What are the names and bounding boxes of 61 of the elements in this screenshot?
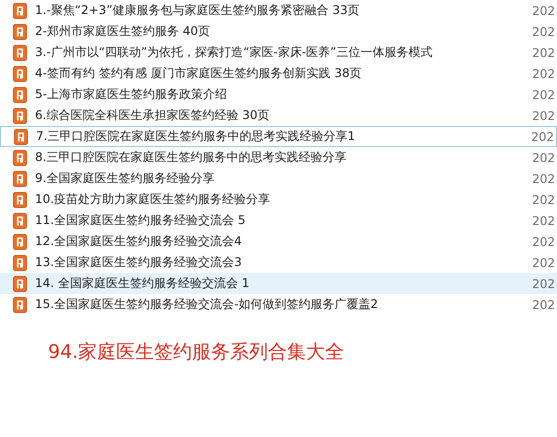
file-row[interactable]: 6.综合医院全科医生承担家医签约经验 30页 202 [0,105,557,126]
file-date: 202 [531,214,556,228]
caption: 94.家庭医生签约服务系列合集大全 [48,340,346,365]
file-name: 14. 全国家庭医生签约服务经验交流会 1 [35,275,250,292]
file-date: 202 [531,298,556,312]
file-name: 1.-聚焦“2+3”健康服务包与家庭医生签约服务紧密融合 33页 [35,2,361,19]
file-row[interactable]: 12.全国家庭医生签约服务经验交流会4 202 [0,231,557,252]
file-row[interactable]: 8.三甲口腔医院在家庭医生签约服务中的思考实践经验分享 202 [0,147,557,168]
file-date: 202 [531,46,556,60]
file-name: 4-签而有约 签约有感 厦门市家庭医生签约服务创新实践 38页 [35,65,363,82]
file-date: 202 [531,172,556,186]
file-date: 202 [531,192,556,206]
presentation-file-icon [13,276,27,292]
file-row[interactable]: 2-郑州市家庭医生签约服务 40页 202 [0,21,557,42]
file-row[interactable]: 9.全国家庭医生签约服务经验分享 202 [0,168,557,189]
file-row[interactable]: 11.全国家庭医生签约服务经验交流会 5 202 [0,210,557,231]
presentation-file-icon [13,234,27,250]
file-date: 202 [531,234,556,248]
presentation-file-icon [13,2,27,18]
presentation-file-icon [13,66,27,82]
file-date: 202 [531,4,556,18]
file-name: 9.全国家庭医生签约服务经验分享 [35,170,216,187]
file-name: 5-上海市家庭医生签约服务政策介绍 [35,86,228,103]
file-row[interactable]: 1.-聚焦“2+3”健康服务包与家庭医生签约服务紧密融合 33页 202 [0,0,557,21]
file-name: 3.-广州市以“四联动”为依托，探索打造“家医-家床-医养”三位一体服务模式 [35,44,434,61]
presentation-file-icon [13,108,27,124]
presentation-file-icon [13,150,27,166]
presentation-file-icon [14,128,28,144]
presentation-file-icon [13,170,27,186]
file-date: 202 [531,88,556,102]
file-name: 8.三甲口腔医院在家庭医生签约服务中的思考实践经验分享 [35,149,348,166]
file-row[interactable]: 3.-广州市以“四联动”为依托，探索打造“家医-家床-医养”三位一体服务模式 202 [0,42,557,63]
presentation-file-icon [13,296,27,312]
presentation-file-icon [13,254,27,270]
file-date: 202 [531,276,556,290]
file-date: 202 [531,66,556,80]
presentation-file-icon [13,44,27,60]
file-name: 6.综合医院全科医生承担家医签约经验 30页 [35,107,271,124]
presentation-file-icon [13,24,27,40]
file-name: 13.全国家庭医生签约服务经验交流会3 [35,254,243,271]
file-date: 202 [531,150,556,164]
file-row[interactable]: 14. 全国家庭医生签约服务经验交流会 1 202 [0,273,557,294]
file-row[interactable]: 13.全国家庭医生签约服务经验交流会3 202 [0,252,557,273]
file-name: 12.全国家庭医生签约服务经验交流会4 [35,233,243,250]
file-name: 2-郑州市家庭医生签约服务 40页 [35,23,212,40]
file-row[interactable]: 10.疫苗处方助力家庭医生签约服务经验分享 202 [0,189,557,210]
file-name: 15.全国家庭医生签约服务经验交流会-如何做到签约服务广覆盖2 [35,296,380,313]
file-row[interactable]: 7.三甲口腔医院在家庭医生签约服务中的思考实践经验分享1 202 [0,126,557,147]
presentation-file-icon [13,86,27,102]
presentation-file-icon [13,192,27,208]
file-row[interactable]: 5-上海市家庭医生签约服务政策介绍 202 [0,84,557,105]
file-name: 7.三甲口腔医院在家庭医生签约服务中的思考实践经验分享1 [36,128,356,145]
file-row[interactable]: 15.全国家庭医生签约服务经验交流会-如何做到签约服务广覆盖2 202 [0,294,557,315]
file-row[interactable]: 4-签而有约 签约有感 厦门市家庭医生签约服务创新实践 38页 202 [0,63,557,84]
file-date: 202 [531,24,556,38]
file-name: 10.疫苗处方助力家庭医生签约服务经验分享 [35,191,272,208]
file-date: 202 [530,130,555,144]
file-date: 202 [531,256,556,270]
file-name: 11.全国家庭医生签约服务经验交流会 5 [35,212,247,229]
file-date: 202 [531,108,556,122]
presentation-file-icon [13,212,27,228]
